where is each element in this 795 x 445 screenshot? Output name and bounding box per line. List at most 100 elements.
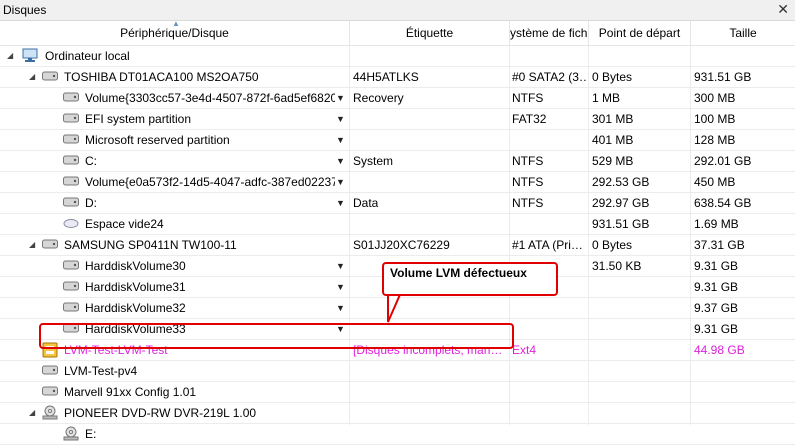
harddisk-icon (42, 386, 58, 396)
chevron-down-icon[interactable]: ▼ (336, 193, 345, 213)
row-start: 0 Bytes (592, 238, 633, 252)
partition-icon (63, 197, 79, 207)
partition-icon (63, 260, 79, 270)
col-device[interactable]: ▲ Périphérique/Disque (0, 21, 350, 45)
harddisk-icon (42, 71, 58, 81)
tree-row-disk[interactable]: LVM-Test-pv4 (0, 361, 795, 382)
col-start[interactable]: Point de départ (589, 21, 691, 45)
window-titlebar: Disques ✕ (0, 0, 795, 21)
row-filesystem: NTFS (512, 91, 544, 105)
partition-icon (63, 302, 79, 312)
tree-row-optical-media[interactable]: E: (0, 424, 795, 445)
row-size: 128 MB (694, 133, 736, 147)
row-filesystem: NTFS (512, 196, 544, 210)
tree-row-partition[interactable]: C: ▼ System NTFS 529 MB 292.01 GB (0, 151, 795, 172)
partition-icon (63, 113, 79, 123)
partition-icon (63, 134, 79, 144)
row-name: TOSHIBA DT01ACA100 MS2OA750 (64, 70, 259, 84)
column-header: ▲ Périphérique/Disque Étiquette ystème d… (0, 21, 795, 46)
row-filesystem: Ext4 (512, 343, 537, 357)
collapse-icon[interactable]: ◢ (7, 46, 13, 66)
row-start: 1 MB (592, 91, 621, 105)
row-filesystem: #1 ATA (Pri… (512, 238, 583, 252)
tree-row-partition[interactable]: Volume{3303cc57-3e4d-4507-872f-6ad5ef682… (0, 88, 795, 109)
tree-row-partition[interactable]: Volume{e0a573f2-14d5-4047-adfc-387ed0223… (0, 172, 795, 193)
row-size: 44.98 GB (694, 343, 745, 357)
row-name: C: (85, 154, 97, 168)
col-size[interactable]: Taille (691, 21, 795, 45)
sort-arrow-icon: ▲ (172, 21, 180, 28)
partition-icon (63, 155, 79, 165)
collapse-icon[interactable]: ◢ (29, 67, 35, 87)
disk-tree: ◢ Ordinateur local ◢ TOSHIBA DT01ACA100 … (0, 46, 795, 445)
chevron-down-icon[interactable]: ▼ (336, 88, 345, 108)
tree-row-disk[interactable]: Marvell 91xx Config 1.01 (0, 382, 795, 403)
col-filesystem[interactable]: ystème de fichi (510, 21, 589, 45)
chevron-down-icon[interactable]: ▼ (336, 109, 345, 129)
row-size: 100 MB (694, 112, 736, 126)
tree-row-disk-toshiba[interactable]: ◢ TOSHIBA DT01ACA100 MS2OA750 44H5ATLKS … (0, 67, 795, 88)
tree-row-optical-drive[interactable]: ◢ PIONEER DVD-RW DVR-219L 1.00 (0, 403, 795, 424)
tree-row-partition[interactable]: Microsoft reserved partition ▼ 401 MB 12… (0, 130, 795, 151)
chevron-down-icon[interactable]: ▼ (336, 277, 345, 297)
tree-row-local-computer[interactable]: ◢ Ordinateur local (0, 46, 795, 67)
row-name: Marvell 91xx Config 1.01 (64, 385, 197, 399)
row-size: 37.31 GB (694, 238, 745, 252)
row-size: 9.31 GB (694, 322, 739, 336)
tree-row-partition[interactable]: D: ▼ Data NTFS 292.97 GB 638.54 GB (0, 193, 795, 214)
defect-callout: Volume LVM défectueux (382, 262, 558, 296)
row-name: HarddiskVolume32 (85, 301, 186, 315)
free-space-icon (63, 219, 79, 228)
row-name: EFI system partition (85, 112, 192, 126)
collapse-icon[interactable]: ◢ (29, 235, 35, 255)
lvm-highlight-box (39, 323, 514, 349)
chevron-down-icon[interactable]: ▼ (336, 298, 345, 318)
chevron-down-icon[interactable]: ▼ (336, 130, 345, 150)
row-start: 529 MB (592, 154, 634, 168)
harddisk-icon (42, 239, 58, 249)
partition-icon (63, 176, 79, 186)
row-name: HarddiskVolume31 (85, 280, 186, 294)
row-name: D: (85, 196, 97, 210)
harddisk-icon (42, 365, 58, 375)
row-filesystem: #0 SATA2 (3… (512, 70, 587, 84)
row-filesystem: NTFS (512, 154, 544, 168)
partition-icon (63, 281, 79, 291)
row-start: 931.51 GB (592, 217, 650, 231)
computer-icon (22, 48, 38, 62)
callout-text: Volume LVM défectueux (390, 266, 527, 280)
row-start: 301 MB (592, 112, 634, 126)
row-size: 300 MB (694, 91, 736, 105)
row-size: 292.01 GB (694, 154, 752, 168)
row-name: LVM-Test-pv4 (64, 364, 138, 378)
row-size: 638.54 GB (694, 196, 752, 210)
tree-row-disk-samsung[interactable]: ◢ SAMSUNG SP0411N TW100-11 S01JJ20XC7622… (0, 235, 795, 256)
chevron-down-icon[interactable]: ▼ (336, 151, 345, 171)
col-label[interactable]: Étiquette (350, 21, 510, 45)
row-size: 9.31 GB (694, 280, 739, 294)
row-size: 1.69 MB (694, 217, 739, 231)
row-name: PIONEER DVD-RW DVR-219L 1.00 (64, 406, 257, 420)
partition-icon (63, 92, 79, 102)
row-name: SAMSUNG SP0411N TW100-11 (64, 238, 237, 252)
row-start: 401 MB (592, 133, 634, 147)
row-label: Recovery (353, 91, 404, 105)
row-size: 450 MB (694, 175, 736, 189)
row-label: System (353, 154, 394, 168)
row-name: Espace vide24 (85, 217, 164, 231)
row-label: Data (353, 196, 379, 210)
row-size: 9.31 GB (694, 259, 739, 273)
tree-row-partition[interactable]: EFI system partition ▼ FAT32 301 MB 100 … (0, 109, 795, 130)
collapse-icon[interactable]: ◢ (29, 403, 35, 423)
row-start: 292.97 GB (592, 196, 650, 210)
row-label: 44H5ATLKS (353, 70, 419, 84)
close-icon[interactable]: ✕ (777, 1, 789, 18)
row-start: 292.53 GB (592, 175, 650, 189)
chevron-down-icon[interactable]: ▼ (336, 256, 345, 276)
row-size: 931.51 GB (694, 70, 752, 84)
row-name: E: (85, 427, 97, 441)
row-size: 9.37 GB (694, 301, 739, 315)
tree-row-free-space[interactable]: Espace vide24 931.51 GB 1.69 MB (0, 214, 795, 235)
chevron-down-icon[interactable]: ▼ (336, 172, 345, 192)
row-name: Microsoft reserved partition (85, 133, 230, 147)
